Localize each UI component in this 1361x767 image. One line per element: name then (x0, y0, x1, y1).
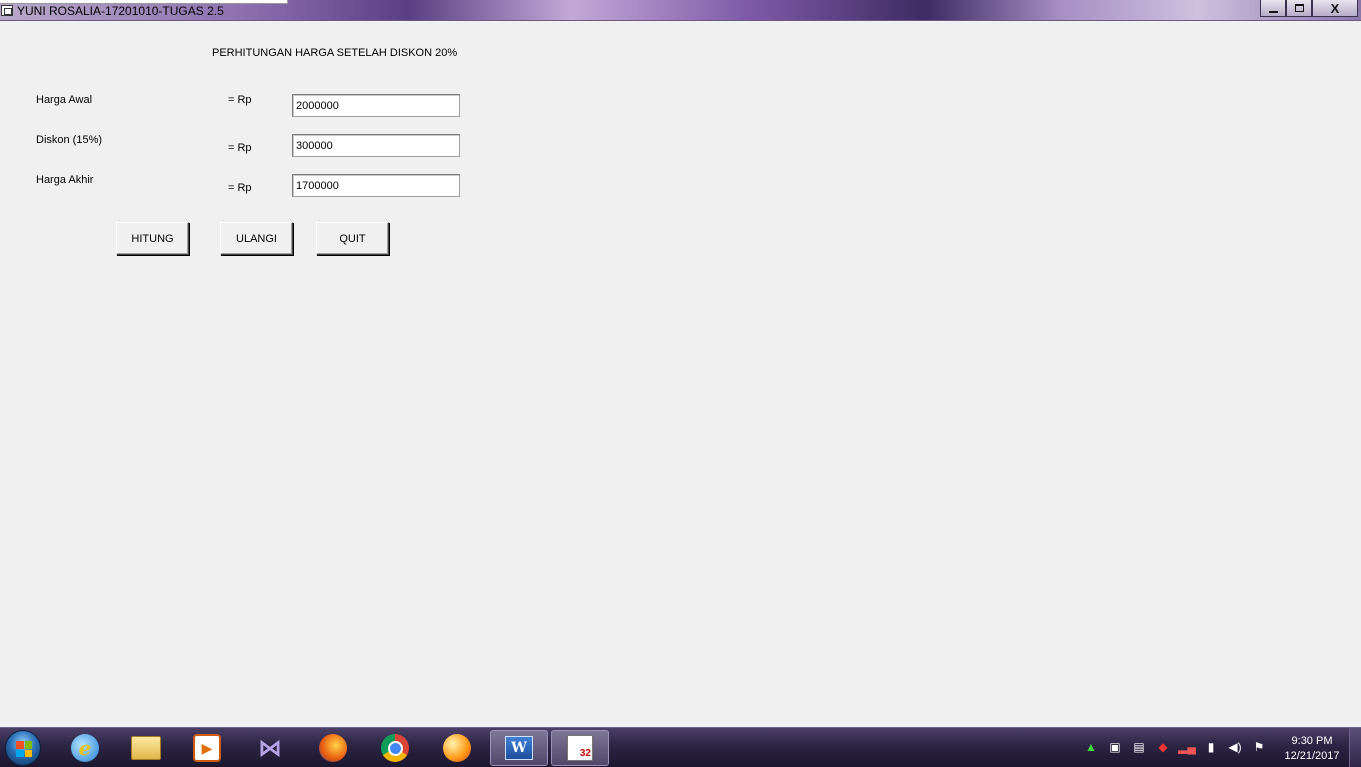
taskbar-bubble-app[interactable] (428, 730, 486, 766)
diskon-label: Diskon (15%) (36, 134, 103, 146)
taskbar-vb6[interactable]: 32 (551, 730, 609, 766)
taskbar: e ▶ ⋈ W 32 ▲ ▣ ▤ ◆ ▂▄ ▮ ◀) ⚑ 9:30 PM 12/… (0, 727, 1361, 767)
visual-studio-icon: ⋈ (258, 734, 282, 762)
harga-akhir-label: Harga Akhir (36, 174, 94, 186)
vb6-icon: 32 (567, 735, 593, 761)
window-controls: X (1260, 0, 1358, 18)
ulangi-button[interactable]: ULANGI (220, 222, 293, 255)
taskbar-chrome[interactable] (366, 730, 424, 766)
battery-icon[interactable]: ▮ (1202, 738, 1220, 756)
hitung-button[interactable]: HITUNG (116, 222, 189, 255)
diskon-input[interactable] (292, 134, 460, 157)
taskbar-ie[interactable]: e (56, 730, 114, 766)
harga-awal-input[interactable] (292, 94, 460, 117)
close-button[interactable]: X (1312, 0, 1358, 17)
volume-icon[interactable]: ◀) (1226, 738, 1244, 756)
harga-akhir-input[interactable] (292, 174, 460, 197)
taskbar-explorer[interactable] (117, 730, 175, 766)
firefox-icon (319, 734, 347, 762)
start-button[interactable] (2, 729, 44, 767)
taskbar-media-player[interactable]: ▶ (178, 730, 236, 766)
bubble-app-icon (443, 734, 471, 762)
signal-bars-icon[interactable]: ▂▄ (1178, 738, 1196, 756)
minimize-button[interactable] (1260, 0, 1286, 17)
action-center-flag-icon[interactable]: ⚑ (1250, 738, 1268, 756)
clock-date: 12/21/2017 (1284, 750, 1340, 762)
diskon-prefix: = Rp (228, 142, 252, 154)
internet-explorer-icon: e (71, 734, 99, 762)
app-window-icon[interactable] (1, 5, 13, 16)
file-explorer-icon (131, 736, 161, 760)
monitor-icon[interactable]: ▣ (1106, 738, 1124, 756)
clock-time: 9:30 PM (1291, 735, 1333, 747)
harga-akhir-prefix: = Rp (228, 182, 252, 194)
maximize-button[interactable] (1286, 0, 1312, 17)
security-shield-icon[interactable]: ◆ (1154, 738, 1172, 756)
network-alert-icon[interactable]: ▲ (1082, 738, 1100, 756)
minimize-icon (1268, 10, 1278, 13)
maximize-icon (1294, 4, 1304, 12)
chrome-icon (381, 734, 409, 762)
system-tray: ▲ ▣ ▤ ◆ ▂▄ ▮ ◀) ⚑ (1082, 738, 1268, 756)
harga-awal-label: Harga Awal (36, 94, 93, 106)
taskbar-clock[interactable]: 9:30 PM 12/21/2017 (1280, 734, 1344, 764)
windows-logo-icon (5, 730, 41, 766)
app-tray-icon[interactable]: ▤ (1130, 738, 1148, 756)
show-desktop-button[interactable] (1349, 728, 1361, 767)
taskbar-visual-studio[interactable]: ⋈ (241, 730, 299, 766)
word-icon: W (505, 736, 533, 760)
form-heading: PERHITUNGAN HARGA SETELAH DISKON 20% (212, 47, 458, 59)
window-title-bar[interactable]: YUNI ROSALIA-17201010-TUGAS 2.5 X (0, 0, 1361, 21)
harga-awal-prefix: = Rp (228, 94, 252, 106)
form-area: PERHITUNGAN HARGA SETELAH DISKON 20% Har… (0, 21, 1361, 727)
taskbar-firefox[interactable] (304, 730, 362, 766)
quit-button[interactable]: QUIT (316, 222, 389, 255)
taskbar-word[interactable]: W (490, 730, 548, 766)
media-player-icon: ▶ (193, 734, 221, 762)
window-title: YUNI ROSALIA-17201010-TUGAS 2.5 (17, 4, 224, 18)
